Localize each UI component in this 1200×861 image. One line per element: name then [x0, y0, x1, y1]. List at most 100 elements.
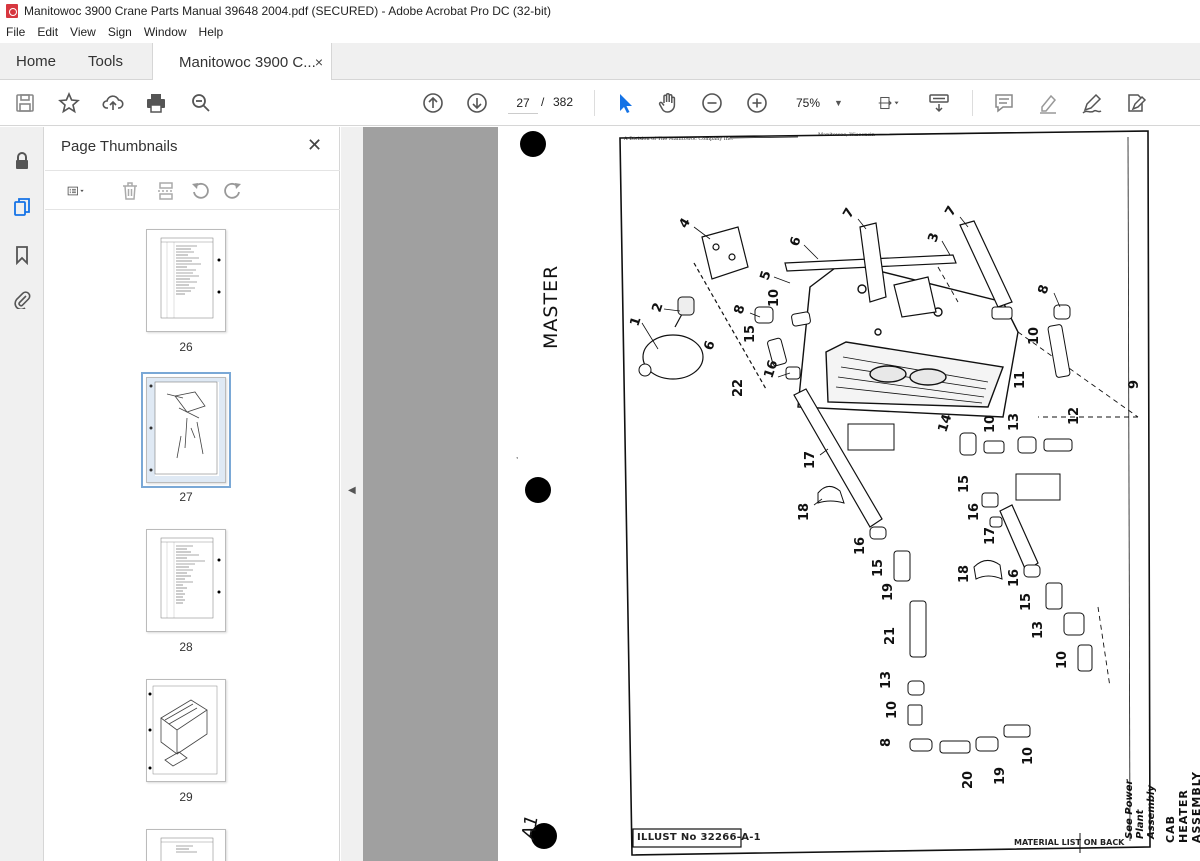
svg-text:8: 8	[1036, 283, 1053, 296]
tab-bar: Home Tools Manitowoc 3900 C... ×	[0, 43, 1200, 81]
rotate-left-icon[interactable]	[188, 179, 212, 203]
menu-window[interactable]: Window	[138, 25, 193, 39]
delete-trash-icon[interactable]	[118, 179, 142, 203]
svg-text:10: 10	[983, 415, 998, 433]
fill-sign-icon[interactable]	[1124, 91, 1148, 115]
tab-tools[interactable]: Tools	[88, 43, 123, 80]
thumbnail-label-29: 29	[179, 790, 193, 804]
next-page-icon[interactable]	[465, 91, 489, 115]
menu-edit[interactable]: Edit	[31, 25, 64, 39]
page-fit-icon[interactable]	[872, 91, 906, 115]
menu-file[interactable]: File	[0, 25, 31, 39]
insert-page-icon[interactable]	[154, 179, 178, 203]
svg-text:10: 10	[1055, 651, 1070, 669]
upload-cloud-icon[interactable]	[101, 91, 125, 115]
svg-text:2: 2	[650, 301, 667, 314]
thumbnail-options-icon[interactable]	[59, 179, 95, 203]
save-icon[interactable]	[13, 91, 37, 115]
lock-icon[interactable]	[10, 149, 34, 173]
svg-text:18: 18	[797, 503, 812, 521]
svg-text:7: 7	[942, 204, 960, 219]
page-separator: /	[541, 95, 545, 109]
svg-text:9: 9	[1127, 380, 1142, 389]
svg-text:13: 13	[879, 671, 894, 689]
svg-text:18: 18	[957, 565, 972, 583]
thumbnail-page-29[interactable]	[146, 679, 226, 782]
zoom-level-value: 75%	[796, 96, 821, 110]
svg-text:1: 1	[628, 315, 645, 328]
thumbnail-page-27[interactable]	[141, 372, 231, 488]
svg-text:10: 10	[885, 701, 900, 719]
tab-home[interactable]: Home	[16, 43, 56, 80]
tab-document[interactable]: Manitowoc 3900 C... ×	[152, 43, 332, 81]
sign-pen-icon[interactable]	[1080, 91, 1104, 115]
window-title: Manitowoc 3900 Crane Parts Manual 39648 …	[24, 4, 551, 18]
thumbnail-page-28[interactable]	[146, 529, 226, 632]
svg-text:16: 16	[967, 503, 982, 521]
panel-splitter[interactable]: ◀	[341, 127, 363, 861]
toolbar-divider	[594, 90, 595, 116]
assembly-title: CAB HEATER ASSEMBLY	[1164, 771, 1200, 843]
svg-text:10: 10	[1027, 327, 1042, 345]
menu-help[interactable]: Help	[193, 25, 230, 39]
thumbnail-toolbar	[45, 170, 340, 210]
material-list-note: MATERIAL LIST ON BACK	[1014, 838, 1125, 847]
exploded-diagram: 1 2 3 4 5 6 6 7 7 8 8 8 9 10 10 10 10 10…	[619, 130, 1151, 856]
svg-text:6: 6	[788, 235, 805, 248]
page-thumbnails-icon[interactable]	[10, 195, 34, 219]
tab-close-icon[interactable]: ×	[315, 54, 323, 70]
svg-text:17: 17	[803, 451, 818, 469]
zoom-search-icon[interactable]	[189, 91, 213, 115]
svg-text:16: 16	[1007, 569, 1022, 587]
illustration-number: ILLUST No 32266-A-1	[637, 832, 761, 843]
document-view[interactable]: A Division of The Manitowoc Company Inc.…	[363, 127, 1200, 861]
comment-icon[interactable]	[992, 91, 1016, 115]
highlight-pen-icon[interactable]	[1036, 91, 1060, 115]
left-rail	[0, 127, 44, 861]
toolbar-divider-2	[972, 90, 973, 116]
thumbnail-label-27: 27	[179, 490, 193, 504]
svg-text:3: 3	[926, 231, 943, 244]
print-icon[interactable]	[144, 91, 168, 115]
hand-tool-icon[interactable]	[656, 91, 680, 115]
svg-text:15: 15	[871, 559, 886, 577]
svg-text:4: 4	[676, 216, 694, 231]
attachment-paperclip-icon[interactable]	[10, 287, 34, 311]
svg-text:17: 17	[983, 527, 998, 545]
svg-text:11: 11	[1013, 371, 1028, 389]
keyboard-scroll-icon[interactable]	[927, 91, 951, 115]
previous-page-icon[interactable]	[421, 91, 445, 115]
pdf-page: A Division of The Manitowoc Company Inc.…	[498, 127, 1200, 861]
menu-sign[interactable]: Sign	[102, 25, 138, 39]
thumbnail-page-26[interactable]	[146, 229, 226, 332]
svg-text:16: 16	[853, 537, 868, 555]
menu-view[interactable]: View	[64, 25, 102, 39]
zoom-in-icon[interactable]	[745, 91, 769, 115]
collapse-panel-arrow-icon[interactable]: ◀	[348, 485, 356, 496]
svg-text:7: 7	[840, 206, 858, 221]
svg-text:22: 22	[731, 379, 746, 397]
bookmark-star-icon[interactable]	[57, 91, 81, 115]
rotate-right-icon[interactable]	[221, 179, 245, 203]
main-toolbar: 27 / 382 75% ▼	[0, 80, 1200, 126]
svg-text:10: 10	[1021, 747, 1036, 765]
see-note: See Power Plant Assembly	[1124, 779, 1157, 839]
thumbnail-list: 26 27 28 29	[45, 217, 325, 861]
close-icon[interactable]: ✕	[307, 135, 322, 156]
tab-document-label: Manitowoc 3900 C...	[179, 53, 316, 71]
panel-title: Page Thumbnails	[61, 138, 178, 155]
svg-text:15: 15	[957, 475, 972, 493]
svg-text:13: 13	[1007, 413, 1022, 431]
thumbnail-label-26: 26	[179, 340, 193, 354]
bookmarks-icon[interactable]	[10, 243, 34, 267]
svg-text:19: 19	[993, 767, 1008, 785]
select-cursor-icon[interactable]	[613, 91, 637, 115]
zoom-out-icon[interactable]	[700, 91, 724, 115]
thumbnail-page-30[interactable]	[146, 829, 226, 861]
svg-text:12: 12	[1067, 407, 1082, 425]
title-bar: Manitowoc 3900 Crane Parts Manual 39648 …	[0, 0, 1200, 22]
page-number-input[interactable]: 27	[508, 92, 538, 114]
zoom-level-select[interactable]: 75% ▼	[790, 92, 848, 114]
svg-text:15: 15	[743, 325, 758, 343]
svg-text:6: 6	[702, 339, 719, 352]
